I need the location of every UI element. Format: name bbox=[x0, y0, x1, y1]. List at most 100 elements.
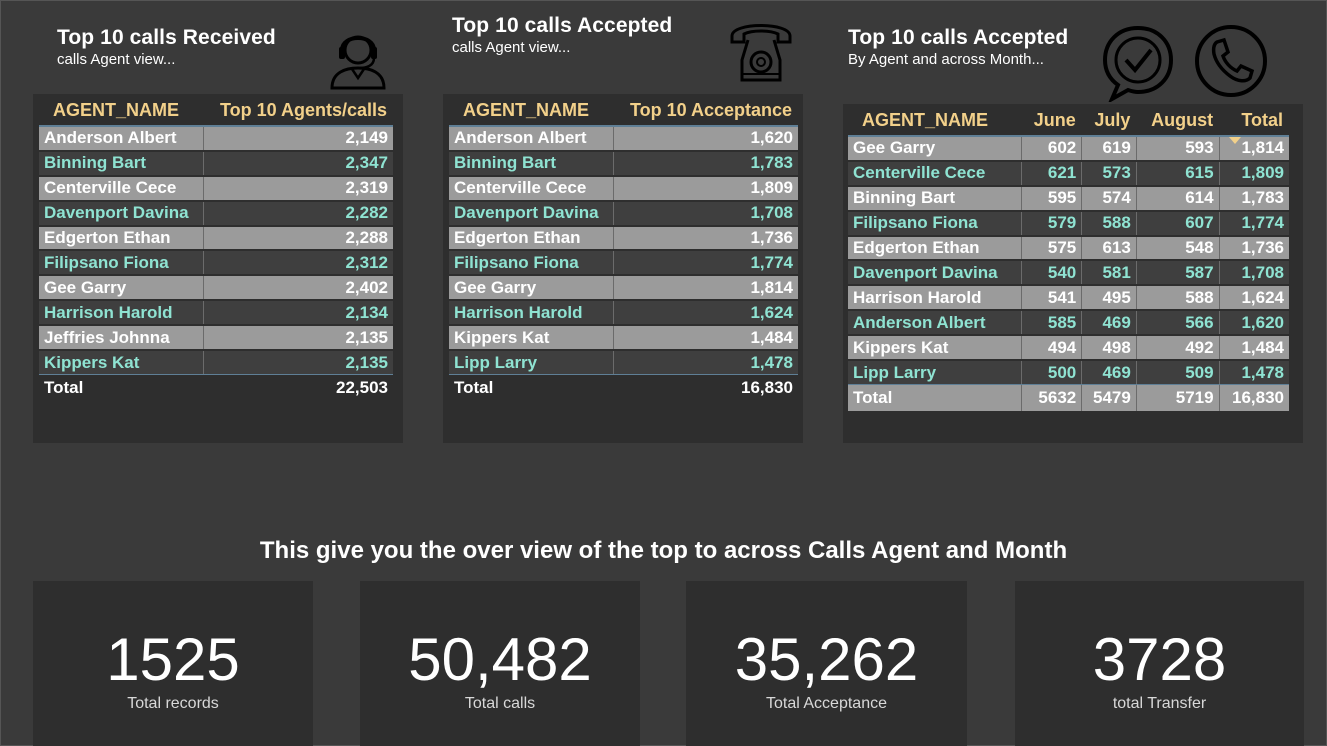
agent-name-cell: Harrison Harold bbox=[848, 285, 1022, 312]
table-row[interactable]: Harrison Harold 541 495 588 1,624 bbox=[848, 285, 1289, 312]
column-header-top-acceptance[interactable]: Top 10 Acceptance bbox=[613, 96, 798, 126]
kpi-value: 1525 bbox=[106, 626, 240, 693]
table-row[interactable]: Binning Bart 2,347 bbox=[39, 150, 393, 177]
table-row[interactable]: Centerville Cece 1,809 bbox=[449, 175, 798, 202]
value-cell: 509 bbox=[1136, 360, 1220, 386]
value-cell: 1,484 bbox=[613, 325, 798, 352]
chat-check-icon bbox=[1102, 25, 1174, 102]
table-row[interactable]: Lipp Larry 500 469 509 1,478 bbox=[848, 360, 1289, 386]
table-row[interactable]: Davenport Davina 1,708 bbox=[449, 200, 798, 227]
value-cell: 2,134 bbox=[203, 300, 393, 327]
value-cell: 614 bbox=[1136, 185, 1220, 212]
heading-subtitle: calls Agent view... bbox=[57, 51, 176, 68]
column-header-total[interactable]: Total bbox=[1219, 106, 1289, 144]
agent-name-cell: Gee Garry bbox=[39, 275, 204, 302]
column-header-august[interactable]: August bbox=[1136, 106, 1219, 136]
value-cell: 579 bbox=[1021, 210, 1083, 237]
kpi-label: Total records bbox=[127, 695, 219, 712]
table-row[interactable]: Gee Garry 1,814 bbox=[449, 275, 798, 302]
value-cell: 587 bbox=[1136, 260, 1220, 287]
table-row[interactable]: Edgerton Ethan 2,288 bbox=[39, 225, 393, 252]
agent-name-cell: Davenport Davina bbox=[848, 260, 1022, 287]
table-row[interactable]: Filipsano Fiona 2,312 bbox=[39, 250, 393, 277]
agent-name-cell: Jeffries Johnna bbox=[39, 325, 204, 352]
table-row[interactable]: Filipsano Fiona 579 588 607 1,774 bbox=[848, 210, 1289, 237]
agent-name-cell: Lipp Larry bbox=[449, 350, 614, 376]
table-row[interactable]: Anderson Albert 585 469 566 1,620 bbox=[848, 310, 1289, 337]
table-row[interactable]: Centerville Cece 621 573 615 1,809 bbox=[848, 160, 1289, 187]
table-row[interactable]: Gee Garry 2,402 bbox=[39, 275, 393, 302]
table-row[interactable]: Lipp Larry 1,478 bbox=[449, 350, 798, 376]
agent-name-cell: Davenport Davina bbox=[449, 200, 614, 227]
value-cell: 1,708 bbox=[1219, 260, 1289, 287]
table-row[interactable]: Kippers Kat 2,135 bbox=[39, 350, 393, 376]
kpi-card-total-transfer: 3728 total Transfer bbox=[1015, 581, 1304, 746]
table-row[interactable]: Anderson Albert 1,620 bbox=[449, 125, 798, 152]
column-header-july[interactable]: July bbox=[1082, 106, 1137, 136]
table-row[interactable]: Binning Bart 1,783 bbox=[449, 150, 798, 177]
value-cell: 1,783 bbox=[1219, 185, 1289, 212]
total-row: Total 5632 5479 5719 16,830 bbox=[848, 384, 1289, 411]
agent-name-cell: Filipsano Fiona bbox=[449, 250, 614, 277]
value-cell: 566 bbox=[1136, 310, 1220, 337]
total-label: Total bbox=[848, 384, 1022, 411]
column-header-june[interactable]: June bbox=[1021, 106, 1081, 136]
value-cell: 585 bbox=[1021, 310, 1083, 337]
value-cell: 2,282 bbox=[203, 200, 393, 227]
value-cell: 615 bbox=[1136, 160, 1220, 187]
table-row[interactable]: Harrison Harold 2,134 bbox=[39, 300, 393, 327]
kpi-card-total-calls: 50,482 Total calls bbox=[360, 581, 640, 746]
agent-name-cell: Binning Bart bbox=[39, 150, 204, 177]
value-cell: 2,312 bbox=[203, 250, 393, 277]
value-cell: 1,620 bbox=[613, 125, 798, 152]
column-header-agent-name[interactable]: AGENT_NAME bbox=[39, 96, 203, 126]
heading-title: Top 10 calls Accepted bbox=[452, 14, 673, 37]
value-cell: 2,135 bbox=[203, 325, 393, 352]
sort-descending-icon bbox=[1229, 137, 1242, 144]
heading-subtitle: By Agent and across Month... bbox=[848, 51, 1044, 68]
kpi-label: Total Acceptance bbox=[766, 695, 887, 712]
agent-name-cell: Kippers Kat bbox=[848, 335, 1022, 362]
value-cell: 574 bbox=[1081, 185, 1137, 212]
agent-name-cell: Centerville Cece bbox=[39, 175, 204, 202]
table-row[interactable]: Anderson Albert 2,149 bbox=[39, 125, 393, 152]
agent-name-cell: Harrison Harold bbox=[449, 300, 614, 327]
table-row[interactable]: Edgerton Ethan 575 613 548 1,736 bbox=[848, 235, 1289, 262]
agent-name-cell: Davenport Davina bbox=[39, 200, 204, 227]
heading-subtitle: calls Agent view... bbox=[452, 39, 571, 56]
value-cell: 1,708 bbox=[613, 200, 798, 227]
agent-name-cell: Edgerton Ethan bbox=[449, 225, 614, 252]
table-row[interactable]: Harrison Harold 1,624 bbox=[449, 300, 798, 327]
table-row[interactable]: Edgerton Ethan 1,736 bbox=[449, 225, 798, 252]
agent-name-cell: Lipp Larry bbox=[848, 360, 1022, 386]
value-cell: 619 bbox=[1081, 135, 1137, 162]
value-cell: 1,624 bbox=[1219, 285, 1289, 312]
table-row[interactable]: Filipsano Fiona 1,774 bbox=[449, 250, 798, 277]
table-row[interactable]: Kippers Kat 1,484 bbox=[449, 325, 798, 352]
table-row[interactable]: Davenport Davina 2,282 bbox=[39, 200, 393, 227]
total-overall: 16,830 bbox=[1219, 384, 1289, 411]
column-header-top-agents-calls[interactable]: Top 10 Agents/calls bbox=[203, 96, 393, 126]
value-cell: 613 bbox=[1081, 235, 1137, 262]
table-row[interactable]: Gee Garry 602 619 593 1,814 bbox=[848, 135, 1289, 162]
total-label: Total bbox=[454, 378, 494, 398]
value-cell: 1,624 bbox=[613, 300, 798, 327]
table-row[interactable]: Jeffries Johnna 2,135 bbox=[39, 325, 393, 352]
table-row[interactable]: Binning Bart 595 574 614 1,783 bbox=[848, 185, 1289, 212]
column-header-agent-name[interactable]: AGENT_NAME bbox=[848, 106, 1021, 136]
value-cell: 1,620 bbox=[1219, 310, 1289, 337]
table-row[interactable]: Davenport Davina 540 581 587 1,708 bbox=[848, 260, 1289, 287]
value-cell: 495 bbox=[1081, 285, 1137, 312]
agent-name-cell: Binning Bart bbox=[848, 185, 1022, 212]
agent-name-cell: Edgerton Ethan bbox=[848, 235, 1022, 262]
table-row[interactable]: Centerville Cece 2,319 bbox=[39, 175, 393, 202]
value-cell: 1,736 bbox=[1219, 235, 1289, 262]
column-header-agent-name[interactable]: AGENT_NAME bbox=[449, 96, 613, 126]
value-cell: 1,478 bbox=[1219, 360, 1289, 386]
value-cell: 2,135 bbox=[203, 350, 393, 376]
heading-calls-received: Top 10 calls Received calls Agent view..… bbox=[57, 26, 276, 68]
value-cell: 575 bbox=[1021, 235, 1083, 262]
agent-name-cell: Centerville Cece bbox=[848, 160, 1022, 187]
table-row[interactable]: Kippers Kat 494 498 492 1,484 bbox=[848, 335, 1289, 362]
value-cell: 621 bbox=[1021, 160, 1083, 187]
